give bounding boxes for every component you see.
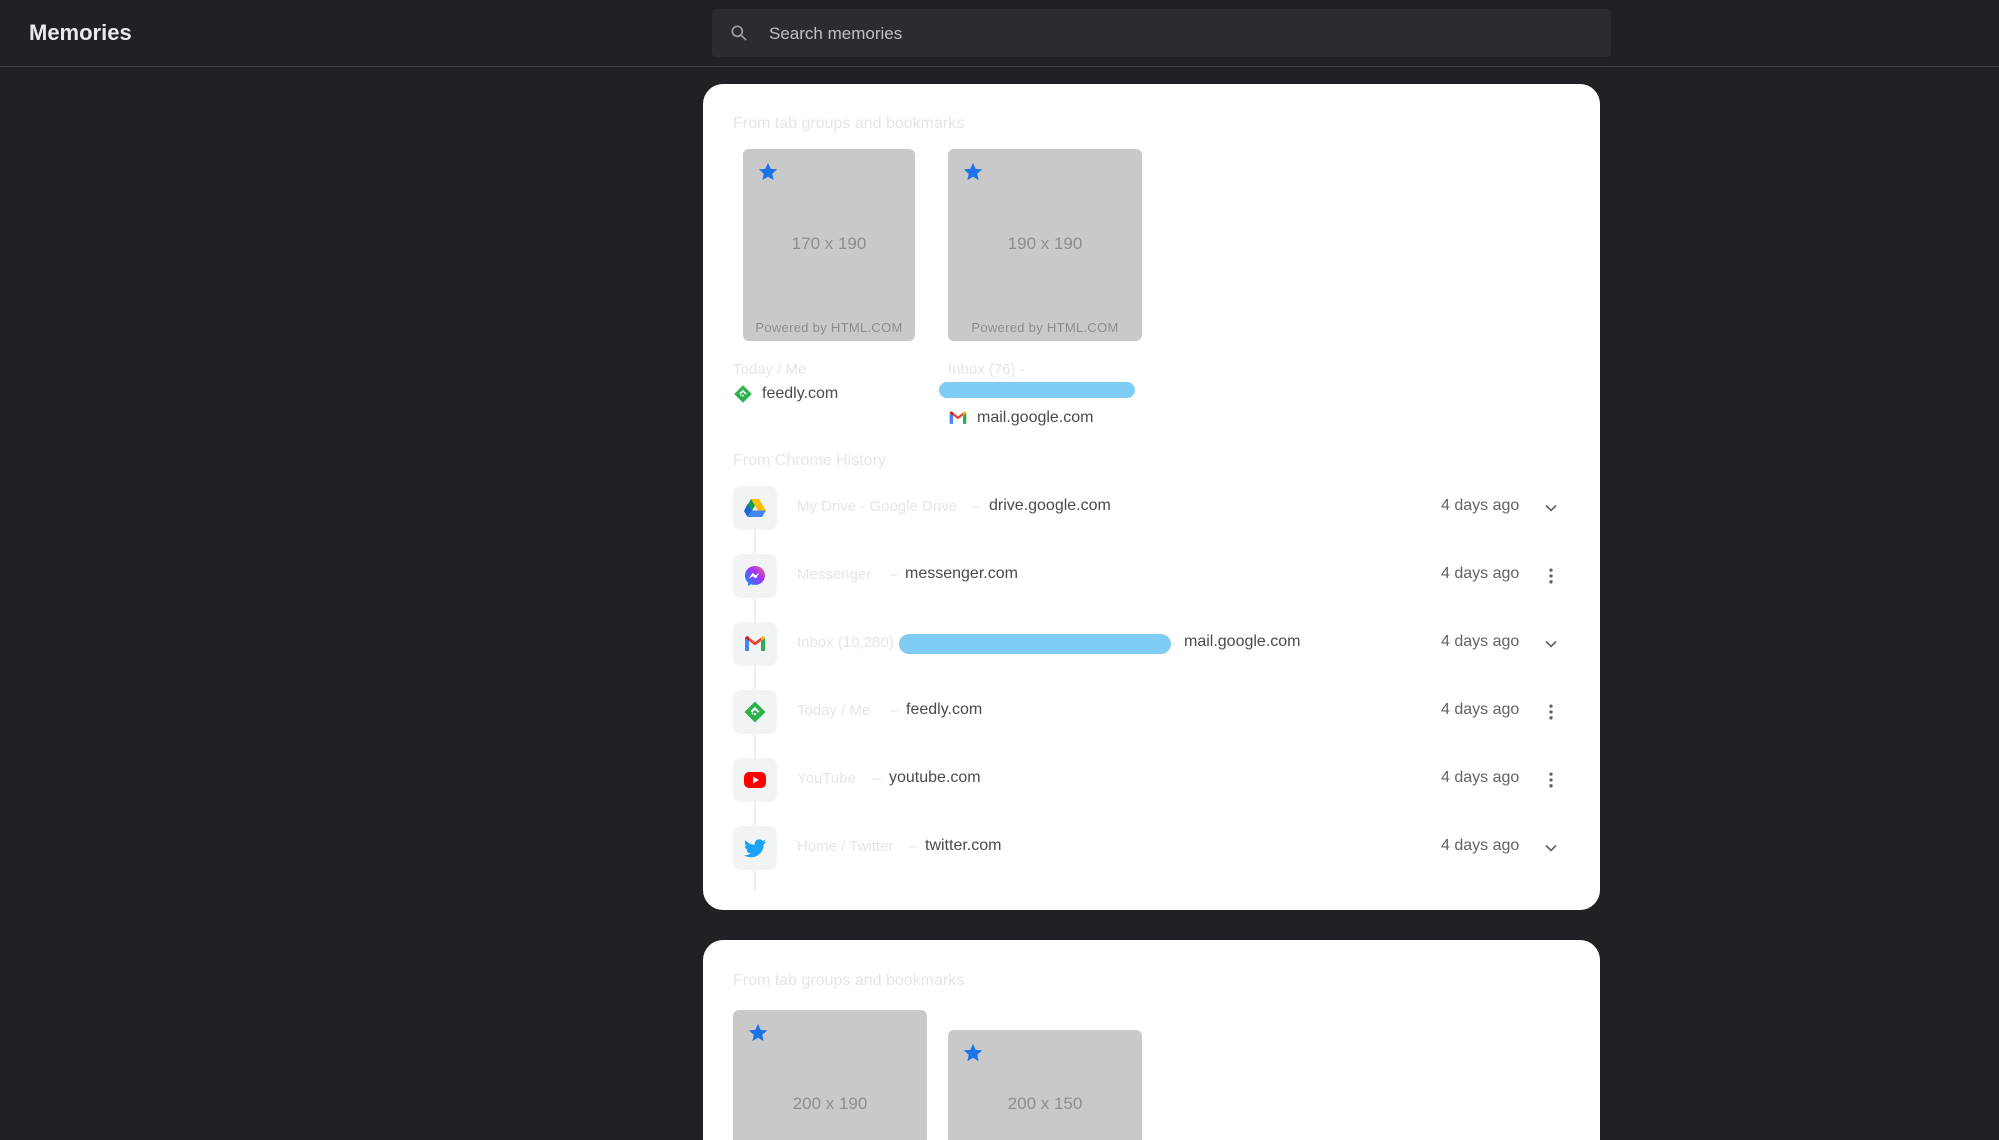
- thumbnail-size-label: 190 x 190: [1007, 234, 1083, 253]
- title-separator: –: [889, 566, 898, 583]
- bookmark-tile-site[interactable]: mail.google.com: [977, 409, 1094, 427]
- title-separator: –: [909, 838, 918, 855]
- chevron-down-icon[interactable]: [1541, 634, 1561, 654]
- history-domain: youtube.com: [889, 769, 981, 786]
- history-time: 4 days ago: [1441, 769, 1520, 786]
- history-domain: mail.google.com: [1184, 633, 1301, 650]
- favicon-box: [733, 758, 777, 802]
- gmail-icon: [743, 632, 767, 656]
- bookmark-tile-title[interactable]: Inbox (76) -: [948, 361, 1025, 378]
- thumbnail-size-label: 200 x 190: [792, 1094, 868, 1113]
- search-box[interactable]: [712, 9, 1611, 59]
- history-time: 4 days ago: [1441, 633, 1520, 650]
- thumbnail-powered-label: Powered by HTML.COM: [755, 320, 903, 335]
- history-title: Home / Twitter: [797, 838, 894, 855]
- history-domain: twitter.com: [925, 837, 1002, 854]
- redaction-mark: [899, 634, 1171, 654]
- star-icon: [757, 161, 779, 183]
- history-row[interactable]: Home / Twitter – twitter.com 4 days ago: [733, 823, 1573, 873]
- favicon-box: [733, 826, 777, 870]
- history-domain: messenger.com: [905, 565, 1018, 582]
- more-vert-icon[interactable]: [1541, 702, 1561, 722]
- history-domain: feedly.com: [906, 701, 983, 718]
- favicon-box: [733, 486, 777, 530]
- chevron-down-icon[interactable]: [1541, 498, 1561, 518]
- bookmark-tile-site[interactable]: feedly.com: [762, 385, 838, 403]
- more-vert-icon[interactable]: [1541, 566, 1561, 586]
- history-time: 4 days ago: [1441, 701, 1520, 718]
- google-drive-icon: [743, 496, 767, 520]
- bookmark-tile-thumbnail[interactable]: 190 x 190 Powered by HTML.COM: [948, 149, 1142, 341]
- star-icon: [962, 161, 984, 183]
- history-time: 4 days ago: [1441, 565, 1520, 582]
- title-separator: –: [873, 770, 882, 787]
- history-row[interactable]: Inbox (10,280) mail.google.com 4 days ag…: [733, 619, 1573, 669]
- history-time: 4 days ago: [1441, 497, 1520, 514]
- title-separator: –: [971, 498, 980, 515]
- twitter-icon: [743, 836, 767, 860]
- history-title: Messenger: [797, 566, 872, 583]
- history-title: My Drive - Google Drive: [797, 498, 958, 515]
- history-row[interactable]: Today / Me – feedly.com 4 days ago: [733, 687, 1573, 737]
- chevron-down-icon[interactable]: [1541, 838, 1561, 858]
- messenger-icon: [743, 564, 767, 588]
- history-domain: drive.google.com: [989, 497, 1111, 514]
- feedly-icon: [733, 384, 753, 404]
- bookmark-tile-thumbnail[interactable]: 200 x 150: [948, 1030, 1142, 1140]
- favicon-box: [733, 622, 777, 666]
- top-bar: Memories: [0, 0, 1999, 67]
- app-title: Memories: [29, 20, 132, 45]
- history-title: Inbox (10,280): [797, 634, 894, 651]
- history-row[interactable]: Messenger – messenger.com 4 days ago: [733, 551, 1573, 601]
- memory-card: From tab groups and bookmarks 200 x 190 …: [703, 940, 1600, 1140]
- bookmark-tile-title[interactable]: Today / Me: [733, 361, 806, 378]
- history-time: 4 days ago: [1441, 837, 1520, 854]
- favicon-box: [733, 554, 777, 598]
- bookmarks-section-title: From tab groups and bookmarks: [733, 972, 965, 989]
- redaction-mark: [939, 382, 1135, 398]
- thumbnail-size-label: 200 x 150: [1007, 1094, 1083, 1113]
- bookmarks-section-title: From tab groups and bookmarks: [733, 115, 965, 132]
- more-vert-icon[interactable]: [1541, 770, 1561, 790]
- history-row[interactable]: My Drive - Google Drive – drive.google.c…: [733, 483, 1573, 533]
- history-title: Today / Me: [797, 702, 871, 719]
- thumbnail-size-label: 170 x 190: [791, 234, 867, 253]
- memory-card: From tab groups and bookmarks 170 x 190 …: [703, 84, 1600, 910]
- thumbnail-powered-label: Powered by HTML.COM: [971, 320, 1119, 335]
- gmail-icon: [948, 408, 968, 428]
- bookmark-tile-thumbnail[interactable]: 200 x 190: [733, 1010, 927, 1140]
- history-row[interactable]: YouTube – youtube.com 4 days ago: [733, 755, 1573, 805]
- bookmark-tile-thumbnail[interactable]: 170 x 190 Powered by HTML.COM: [743, 149, 915, 341]
- history-section-title: From Chrome History: [733, 452, 886, 469]
- youtube-icon: [743, 768, 767, 792]
- favicon-box: [733, 690, 777, 734]
- history-title: YouTube: [797, 770, 856, 787]
- title-separator: –: [890, 702, 899, 719]
- star-icon: [747, 1022, 769, 1044]
- search-input[interactable]: [767, 9, 1591, 59]
- star-icon: [962, 1042, 984, 1064]
- feedly-icon: [743, 700, 767, 724]
- search-icon: [731, 25, 747, 41]
